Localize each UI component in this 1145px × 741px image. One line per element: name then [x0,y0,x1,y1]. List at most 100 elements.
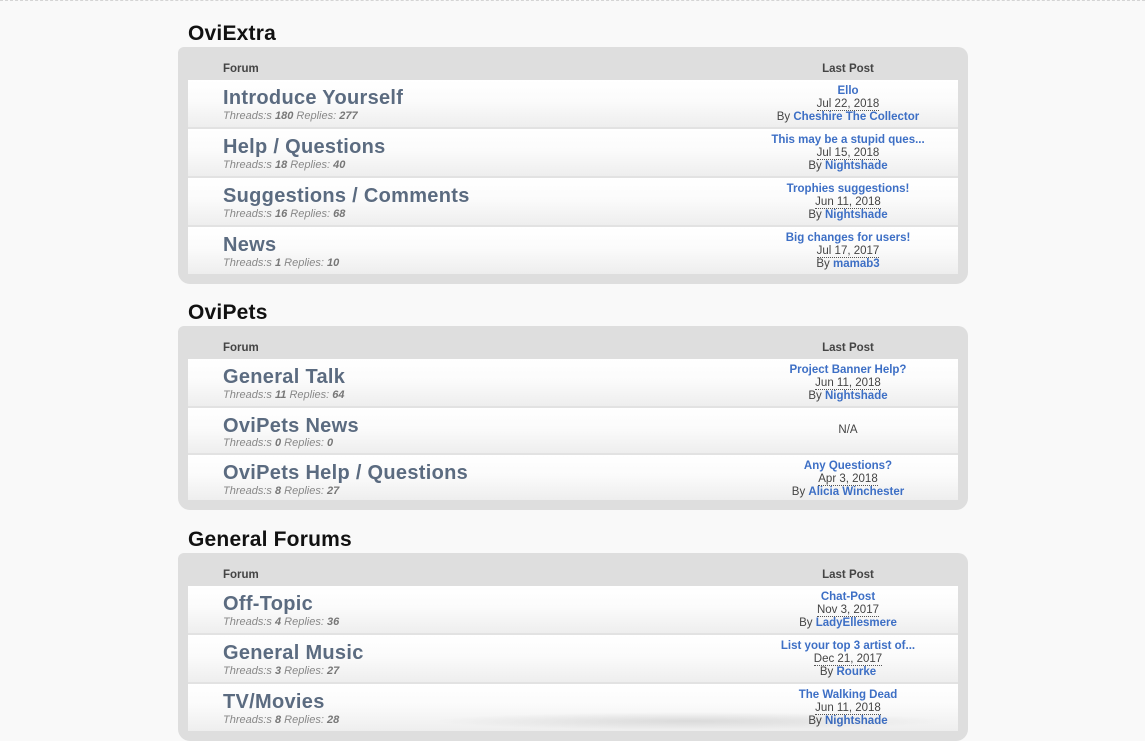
forum-link-tv-movies[interactable]: TV/Movies [223,691,325,714]
forum-index: OviExtra Forum Last Post Introduce Yourself… [0,0,1145,741]
replies-count: 27 [326,485,340,497]
forum-link-introduce-yourself[interactable]: Introduce Yourself [223,87,403,110]
by-label: By [819,666,834,678]
last-post-by: By Rourke [748,666,948,679]
forum-row: Off-Topic Threads:s 4 Replies: 36 Chat-Pos… [188,586,958,635]
threads-label: Threads:s [223,665,272,677]
last-post-user[interactable]: Rourke [837,666,877,678]
replies-label: Replies: [289,389,330,401]
forum-link-general-music[interactable]: General Music [223,642,364,665]
replies-count: 277 [339,110,358,122]
forum-link-help-questions[interactable]: Help / Questions [223,136,386,159]
forum-stats: Threads:s 11 Replies: 64 [223,389,345,401]
scroll-shadow [430,712,950,730]
replies-label: Replies: [296,110,337,122]
table-footer [178,500,968,510]
forum-list: Off-Topic Threads:s 4 Replies: 36 Chat-Pos… [188,586,958,731]
by-label: By [776,111,791,123]
forum-link-suggestions-comments[interactable]: Suggestions / Comments [223,185,470,208]
last-post-title[interactable]: Big changes for users! [748,232,948,245]
threads-label: Threads:s [223,437,272,449]
column-header-forum: Forum [223,63,259,75]
threads-label: Threads:s [223,389,272,401]
table-footer [178,274,968,284]
forum-table: Forum Last Post General Talk Threads:s 11 R… [178,326,968,510]
last-post-by: By Nightshade [748,390,948,403]
replies-label: Replies: [284,485,324,497]
forum-link-news[interactable]: News [223,234,276,257]
last-post-user[interactable]: Nightshade [825,209,888,221]
threads-label: Threads:s [223,257,272,269]
forum-row: News Threads:s 1 Replies: 10 Big changes f… [188,227,958,274]
threads-count: 4 [274,616,282,628]
threads-count: 18 [274,159,288,171]
by-label: By [808,160,822,172]
replies-count: 68 [333,208,346,220]
replies-label: Replies: [284,616,324,628]
forum-stats: Threads:s 0 Replies: 0 [223,437,333,449]
last-post-title[interactable]: Trophies suggestions! [748,183,948,196]
last-post: Trophies suggestions! Jun 11, 2018 By Nigh… [748,183,948,222]
forum-link-off-topic[interactable]: Off-Topic [223,593,313,616]
last-post: List your top 3 artist of... Dec 21, 2017… [748,640,948,679]
last-post-user[interactable]: Cheshire The Collector [793,111,919,123]
replies-label: Replies: [290,159,331,171]
forum-row: Help / Questions Threads:s 18 Replies: 40… [188,129,958,178]
last-post-user[interactable]: LadyEllesmere [816,617,897,629]
forum-link-ovipets-news[interactable]: OviPets News [223,415,359,438]
category-title: OviPets [188,301,268,324]
last-post-date: Apr 3, 2018 [818,473,878,486]
last-post-title[interactable]: The Walking Dead [748,689,948,702]
forum-row: General Music Threads:s 3 Replies: 27 List… [188,635,958,684]
last-post-date: Jun 11, 2018 [815,196,881,209]
threads-label: Threads:s [223,208,272,220]
threads-count: 16 [274,208,288,220]
column-header-last-post: Last Post [822,342,874,354]
last-post-by: By mamab3 [748,258,948,271]
last-post-user[interactable]: Alicia Winchester [808,486,904,498]
forum-stats: Threads:s 1 Replies: 10 [223,257,339,269]
last-post-title[interactable]: This may be a stupid ques... [748,134,948,147]
forum-stats: Threads:s 4 Replies: 36 [223,616,339,628]
forum-stats: Threads:s 3 Replies: 27 [223,665,339,677]
threads-count: 8 [274,714,282,726]
forum-row: OviPets Help / Questions Threads:s 8 Repl… [188,455,958,500]
replies-count: 36 [326,616,340,628]
last-post-title[interactable]: List your top 3 artist of... [748,640,948,653]
last-post: Chat-Post Nov 3, 2017 By LadyEllesmere [748,591,948,630]
forum-row: Suggestions / Comments Threads:s 16 Repli… [188,178,958,227]
threads-count: 1 [274,257,282,269]
last-post-user[interactable]: Nightshade [825,160,888,172]
forum-stats: Threads:s 16 Replies: 68 [223,208,345,220]
forum-link-general-talk[interactable]: General Talk [223,366,345,389]
last-post-title[interactable]: Ello [748,85,948,98]
threads-label: Threads:s [223,616,272,628]
forum-row: General Talk Threads:s 11 Replies: 64 Proj… [188,359,958,408]
last-post-user[interactable]: Nightshade [825,390,888,402]
category-title: OviExtra [188,22,276,45]
last-post-date: Jun 11, 2018 [815,377,881,390]
column-header-last-post: Last Post [822,63,874,75]
last-post-by: By Alicia Winchester [748,486,948,499]
threads-count: 180 [274,110,294,122]
table-header: Forum Last Post [178,326,968,359]
category-title: General Forums [188,528,352,551]
last-post-user[interactable]: mamab3 [833,258,880,270]
replies-count: 28 [326,714,340,726]
last-post-none: N/A [838,424,858,436]
forum-stats: Threads:s 8 Replies: 28 [223,714,339,726]
last-post-by: By Nightshade [748,209,948,222]
last-post: Ello Jul 22, 2018 By Cheshire The Collecto… [748,85,948,124]
last-post-by: By LadyEllesmere [748,617,948,630]
forum-stats: Threads:s 180 Replies: 277 [223,110,358,122]
last-post-title[interactable]: Any Questions? [748,460,948,473]
last-post-title[interactable]: Project Banner Help? [748,364,948,377]
forum-link-ovipets-help-questions[interactable]: OviPets Help / Questions [223,462,468,485]
replies-label: Replies: [284,437,324,449]
threads-count: 8 [274,485,282,497]
forum-stats: Threads:s 8 Replies: 27 [223,485,339,497]
threads-label: Threads:s [223,110,272,122]
last-post-date: Jul 17, 2017 [816,245,880,258]
last-post-date: Dec 21, 2017 [813,653,883,666]
last-post-title[interactable]: Chat-Post [748,591,948,604]
